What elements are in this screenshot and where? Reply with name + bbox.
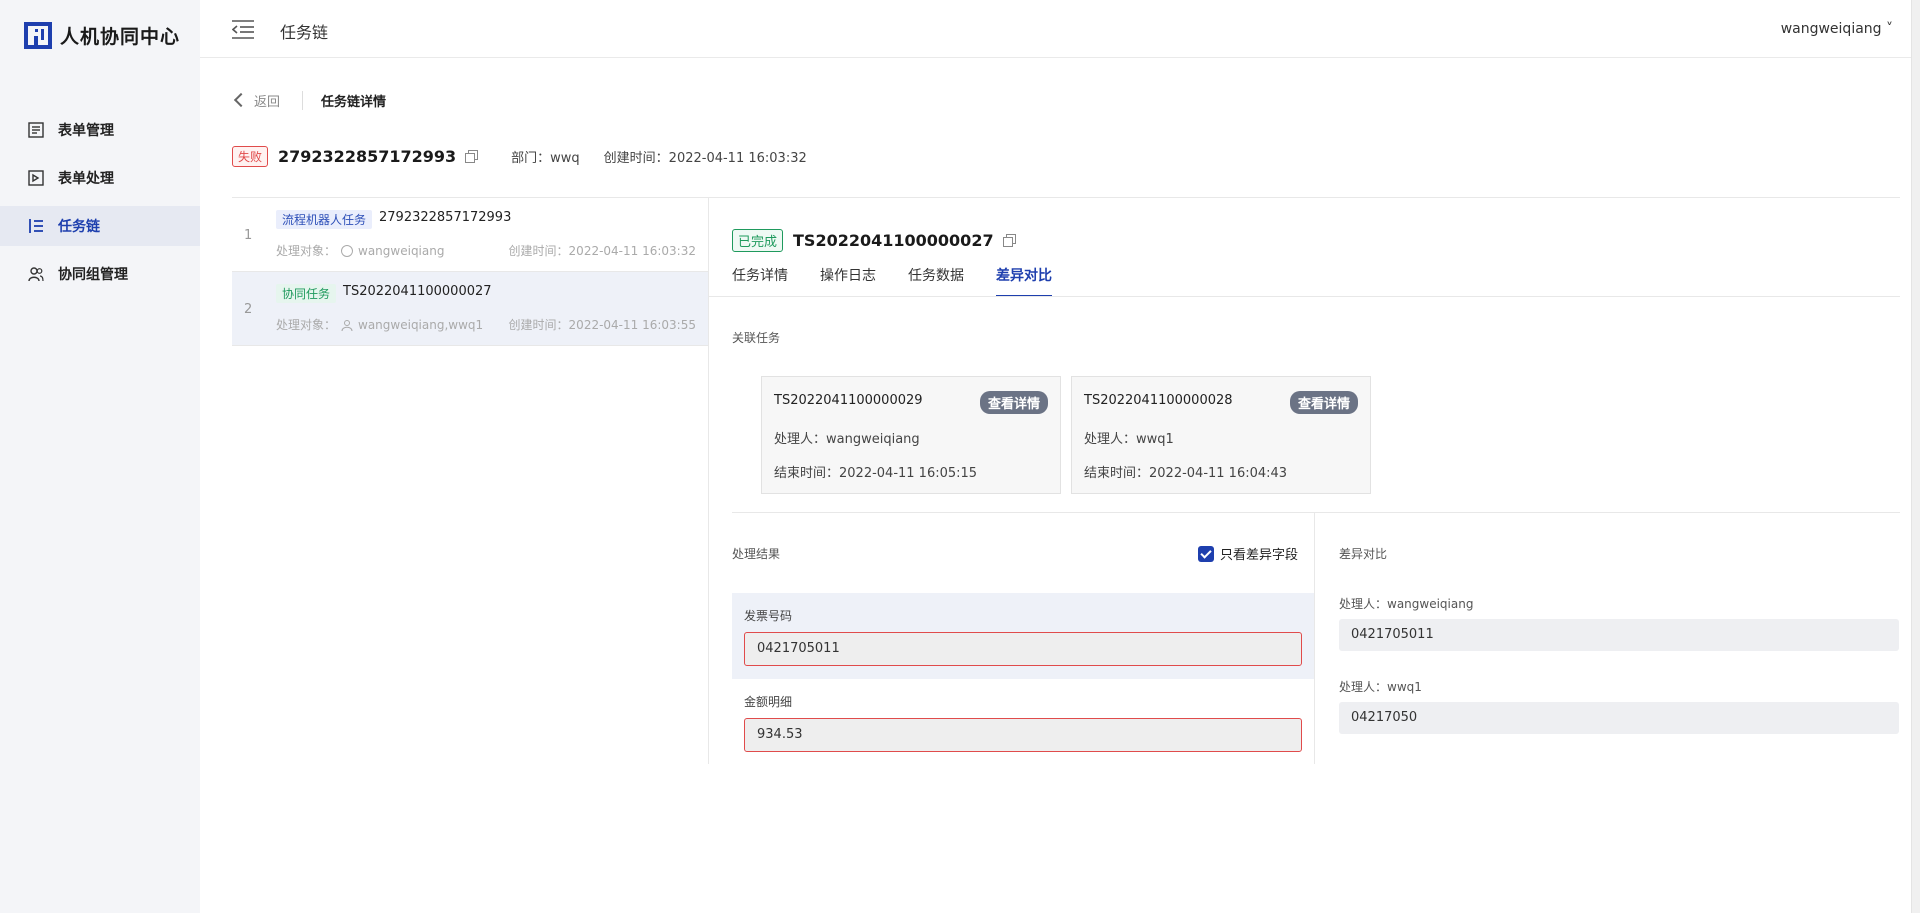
copy-icon[interactable] bbox=[465, 150, 479, 163]
robot-icon bbox=[341, 244, 354, 257]
compare-value: 0421705011 bbox=[1339, 619, 1899, 651]
group-icon bbox=[28, 267, 44, 282]
sidebar-item-label: 表单处理 bbox=[58, 171, 114, 187]
task-type-badge: 流程机器人任务 bbox=[276, 210, 373, 229]
compare-label: 差异对比 bbox=[1339, 547, 1388, 561]
sidebar-item-label: 表单管理 bbox=[58, 123, 114, 139]
back-button[interactable]: 返回 bbox=[232, 90, 304, 110]
task-row[interactable]: 1 流程机器人任务 2792322857172993 处理对象： wangwei… bbox=[232, 198, 708, 272]
field-label: 金额明细 bbox=[744, 695, 793, 709]
invoice-number-field[interactable]: 0421705011 bbox=[744, 632, 1302, 666]
sidebar-nav: 表单管理 表单处理 任务链 协同组管理 bbox=[0, 110, 200, 302]
result-field: 金额明细 934.53 bbox=[732, 679, 1314, 765]
chain-dept: 部门：wwq bbox=[511, 150, 580, 166]
divider bbox=[709, 296, 1900, 297]
task-id: TS2022041100000027 bbox=[343, 284, 492, 299]
status-badge: 失败 bbox=[232, 145, 269, 167]
sidebar-item-group-management[interactable]: 协同组管理 bbox=[0, 254, 200, 294]
amount-detail-field[interactable]: 934.53 bbox=[744, 718, 1302, 752]
sidebar-item-label: 协同组管理 bbox=[58, 267, 128, 283]
related-task-card: TS2022041100000029 查看详情 处理人：wangweiqiang… bbox=[761, 376, 1061, 494]
result-label: 处理结果 bbox=[732, 547, 781, 561]
only-diff-checkbox[interactable]: 只看差异字段 bbox=[1198, 544, 1298, 563]
compare-handler-label: 处理人：wwq1 bbox=[1339, 680, 1422, 694]
compare-value: 04217050 bbox=[1339, 702, 1899, 734]
related-task-end-time: 结束时间：2022-04-11 16:05:15 bbox=[774, 466, 978, 481]
sidebar-item-form-management[interactable]: 表单管理 bbox=[0, 110, 200, 150]
status-badge: 已完成 bbox=[732, 228, 784, 252]
view-detail-button[interactable]: 查看详情 bbox=[1289, 391, 1358, 414]
divider bbox=[732, 512, 1900, 513]
detail-header: 已完成 TS2022041100000027 bbox=[732, 228, 1016, 252]
form-list-icon bbox=[28, 122, 44, 138]
copy-icon[interactable] bbox=[1002, 234, 1016, 247]
detail-tabs: 任务详情 操作日志 任务数据 差异对比 bbox=[732, 264, 1052, 297]
checkbox-checked-icon[interactable] bbox=[1198, 545, 1214, 562]
task-handler: 处理对象： wangweiqiang bbox=[276, 242, 444, 259]
related-task-id: TS2022041100000028 bbox=[1084, 393, 1233, 408]
chain-created: 创建时间：2022-04-11 16:03:32 bbox=[603, 150, 807, 166]
view-detail-button[interactable]: 查看详情 bbox=[979, 391, 1048, 414]
page-scrollbar[interactable] bbox=[1911, 0, 1920, 913]
handler-label: 处理对象： bbox=[276, 244, 337, 258]
sidebar-item-task-chain[interactable]: 任务链 bbox=[0, 206, 200, 246]
handler-label: 处理对象： bbox=[276, 318, 337, 332]
app-logo: 人机协同中心 bbox=[24, 22, 180, 49]
only-diff-label: 只看差异字段 bbox=[1220, 548, 1299, 563]
tab-task-detail[interactable]: 任务详情 bbox=[732, 264, 788, 297]
user-icon bbox=[341, 319, 353, 331]
task-row[interactable]: 2 协同任务 TS2022041100000027 处理对象： wangweiq… bbox=[232, 272, 708, 346]
top-header: 任务链 wangweiqiang ˅ bbox=[200, 0, 1911, 58]
logo-icon bbox=[24, 22, 52, 49]
task-created: 创建时间：2022-04-11 16:03:55 bbox=[508, 318, 696, 332]
collapse-menu-icon[interactable] bbox=[232, 19, 254, 39]
task-handler: 处理对象： wangweiqiang,wwq1 bbox=[276, 316, 483, 333]
divider bbox=[708, 198, 709, 764]
task-created: 创建时间：2022-04-11 16:03:32 bbox=[508, 244, 696, 258]
user-menu[interactable]: wangweiqiang ˅ bbox=[1781, 21, 1893, 37]
sidebar-item-form-process[interactable]: 表单处理 bbox=[0, 158, 200, 198]
sidebar-item-label: 任务链 bbox=[58, 219, 100, 235]
app-name: 人机协同中心 bbox=[60, 26, 181, 48]
related-tasks-label: 关联任务 bbox=[732, 331, 781, 345]
detail-task-id: TS2022041100000027 bbox=[793, 230, 994, 250]
field-label: 发票号码 bbox=[744, 609, 793, 623]
task-number: 2 bbox=[244, 302, 253, 317]
tab-diff-compare[interactable]: 差异对比 bbox=[996, 264, 1052, 297]
related-task-id: TS2022041100000029 bbox=[774, 393, 923, 408]
back-label: 返回 bbox=[254, 94, 281, 110]
chain-id: 2792322857172993 bbox=[278, 146, 457, 166]
compare-handler-label: 处理人：wangweiqiang bbox=[1339, 597, 1474, 611]
page-title: 任务链 bbox=[280, 23, 329, 42]
task-list: 1 流程机器人任务 2792322857172993 处理对象： wangwei… bbox=[232, 198, 708, 346]
chevron-left-icon bbox=[233, 92, 249, 108]
handler-name: wangweiqiang,wwq1 bbox=[358, 317, 484, 332]
task-number: 1 bbox=[244, 228, 253, 243]
related-task-end-time: 结束时间：2022-04-11 16:04:43 bbox=[1084, 466, 1288, 481]
breadcrumb: 返回 任务链详情 bbox=[232, 90, 386, 110]
task-type-badge: 协同任务 bbox=[276, 284, 337, 303]
task-chain-icon bbox=[29, 219, 43, 233]
divider bbox=[1314, 513, 1315, 764]
chain-header: 失败 2792322857172993 部门：wwq 创建时间：2022-04-… bbox=[232, 145, 807, 167]
form-process-icon bbox=[28, 170, 44, 186]
tab-task-data[interactable]: 任务数据 bbox=[908, 264, 964, 297]
tab-operation-log[interactable]: 操作日志 bbox=[820, 264, 876, 297]
sidebar: 人机协同中心 表单管理 表单处理 任务链 协同组管理 bbox=[0, 0, 200, 913]
related-task-handler: 处理人：wwq1 bbox=[1084, 432, 1174, 447]
handler-name: wangweiqiang bbox=[358, 243, 445, 258]
breadcrumb-current: 任务链详情 bbox=[321, 94, 387, 110]
result-field: 发票号码 0421705011 bbox=[732, 593, 1314, 679]
related-task-handler: 处理人：wangweiqiang bbox=[774, 432, 920, 447]
related-task-card: TS2022041100000028 查看详情 处理人：wwq1 结束时间：20… bbox=[1071, 376, 1371, 494]
task-id: 2792322857172993 bbox=[379, 210, 512, 225]
